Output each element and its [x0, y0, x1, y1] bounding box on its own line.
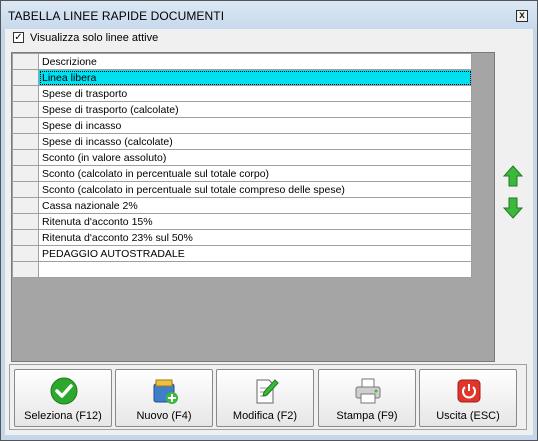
print-button-label: Stampa (F9): [336, 410, 398, 422]
select-button-label: Seleziona (F12): [24, 410, 102, 422]
arrow-down-icon: [502, 197, 524, 219]
table-row[interactable]: [12, 261, 472, 278]
description-cell[interactable]: Sconto (calcolato in percentuale sul tot…: [38, 181, 472, 198]
title-bar: TABELLA LINEE RAPIDE DOCUMENTI x: [1, 1, 537, 29]
row-indicator-cell[interactable]: [12, 85, 39, 102]
description-cell[interactable]: Ritenuta d'acconto 23% sul 50%: [38, 229, 472, 246]
table-row[interactable]: Spese di trasporto: [12, 85, 472, 102]
close-button[interactable]: x: [516, 10, 528, 22]
row-indicator-cell[interactable]: [12, 69, 39, 86]
active-lines-label: Visualizza solo linee attive: [30, 32, 159, 44]
table-row[interactable]: Spese di trasporto (calcolate): [12, 101, 472, 118]
row-indicator-cell[interactable]: [12, 181, 39, 198]
arrow-up-icon: [502, 165, 524, 187]
row-indicator-cell[interactable]: [12, 133, 39, 150]
description-cell[interactable]: Spese di incasso: [38, 117, 472, 134]
action-toolbar: Seleziona (F12) Nuovo (F4) Modifica (F2): [9, 364, 527, 430]
table-row[interactable]: Sconto (calcolato in percentuale sul tot…: [12, 165, 472, 182]
description-cell[interactable]: Ritenuta d'acconto 15%: [38, 213, 472, 230]
row-indicator-cell[interactable]: [12, 101, 39, 118]
table-row[interactable]: Spese di incasso (calcolate): [12, 133, 472, 150]
table-row[interactable]: Ritenuta d'acconto 15%: [12, 213, 472, 230]
table-row[interactable]: Cassa nazionale 2%: [12, 197, 472, 214]
window-title: TABELLA LINEE RAPIDE DOCUMENTI: [8, 9, 225, 23]
active-lines-checkbox[interactable]: ✓: [13, 32, 24, 43]
column-header-description[interactable]: Descrizione: [38, 53, 472, 70]
table-row[interactable]: Linea libera: [12, 69, 472, 86]
exit-button-label: Uscita (ESC): [436, 410, 500, 422]
description-cell[interactable]: Sconto (in valore assoluto): [38, 149, 472, 166]
move-down-button[interactable]: [501, 195, 525, 221]
edit-document-icon: [256, 379, 279, 404]
add-record-icon: [153, 379, 178, 404]
move-up-button[interactable]: [501, 163, 525, 189]
checkmark-circle-icon: [50, 377, 78, 405]
description-cell[interactable]: Cassa nazionale 2%: [38, 197, 472, 214]
row-indicator-cell[interactable]: [12, 229, 39, 246]
printer-icon: [355, 378, 381, 404]
table-row[interactable]: Sconto (in valore assoluto): [12, 149, 472, 166]
row-indicator-cell[interactable]: [12, 261, 39, 278]
row-indicator-cell[interactable]: [12, 117, 39, 134]
header-indicator-cell: [12, 53, 39, 70]
lines-grid-area[interactable]: Descrizione Linea libera Spese di traspor…: [11, 52, 495, 362]
row-indicator-cell[interactable]: [12, 245, 39, 262]
row-indicator-cell[interactable]: [12, 149, 39, 166]
dialog-window: TABELLA LINEE RAPIDE DOCUMENTI x ✓ Visua…: [0, 0, 538, 441]
description-cell[interactable]: [38, 261, 472, 278]
power-icon: [457, 379, 481, 403]
select-button[interactable]: Seleziona (F12): [14, 369, 112, 427]
description-cell[interactable]: Linea libera: [38, 69, 472, 86]
description-cell[interactable]: Spese di trasporto (calcolate): [38, 101, 472, 118]
edit-button-label: Modifica (F2): [232, 410, 298, 422]
description-cell[interactable]: PEDAGGIO AUTOSTRADALE: [38, 245, 472, 262]
description-cell[interactable]: Spese di incasso (calcolate): [38, 133, 472, 150]
table-row[interactable]: Ritenuta d'acconto 23% sul 50%: [12, 229, 472, 246]
row-indicator-cell[interactable]: [12, 213, 39, 230]
exit-button[interactable]: Uscita (ESC): [419, 369, 517, 427]
description-cell[interactable]: Spese di trasporto: [38, 85, 472, 102]
edit-button[interactable]: Modifica (F2): [216, 369, 314, 427]
new-button-label: Nuovo (F4): [136, 410, 192, 422]
grid-header-row: Descrizione: [12, 53, 472, 70]
table-row[interactable]: Sconto (calcolato in percentuale sul tot…: [12, 181, 472, 198]
checkmark-icon: ✓: [14, 32, 23, 43]
description-cell[interactable]: Sconto (calcolato in percentuale sul tot…: [38, 165, 472, 182]
dialog-body: ✓ Visualizza solo linee attive Descrizio…: [5, 29, 533, 435]
table-row[interactable]: Spese di incasso: [12, 117, 472, 134]
print-button[interactable]: Stampa (F9): [318, 369, 416, 427]
close-icon: x: [519, 10, 525, 21]
lines-grid[interactable]: Descrizione Linea libera Spese di traspor…: [12, 53, 472, 278]
row-indicator-cell[interactable]: [12, 197, 39, 214]
table-row[interactable]: PEDAGGIO AUTOSTRADALE: [12, 245, 472, 262]
row-indicator-cell[interactable]: [12, 165, 39, 182]
new-button[interactable]: Nuovo (F4): [115, 369, 213, 427]
